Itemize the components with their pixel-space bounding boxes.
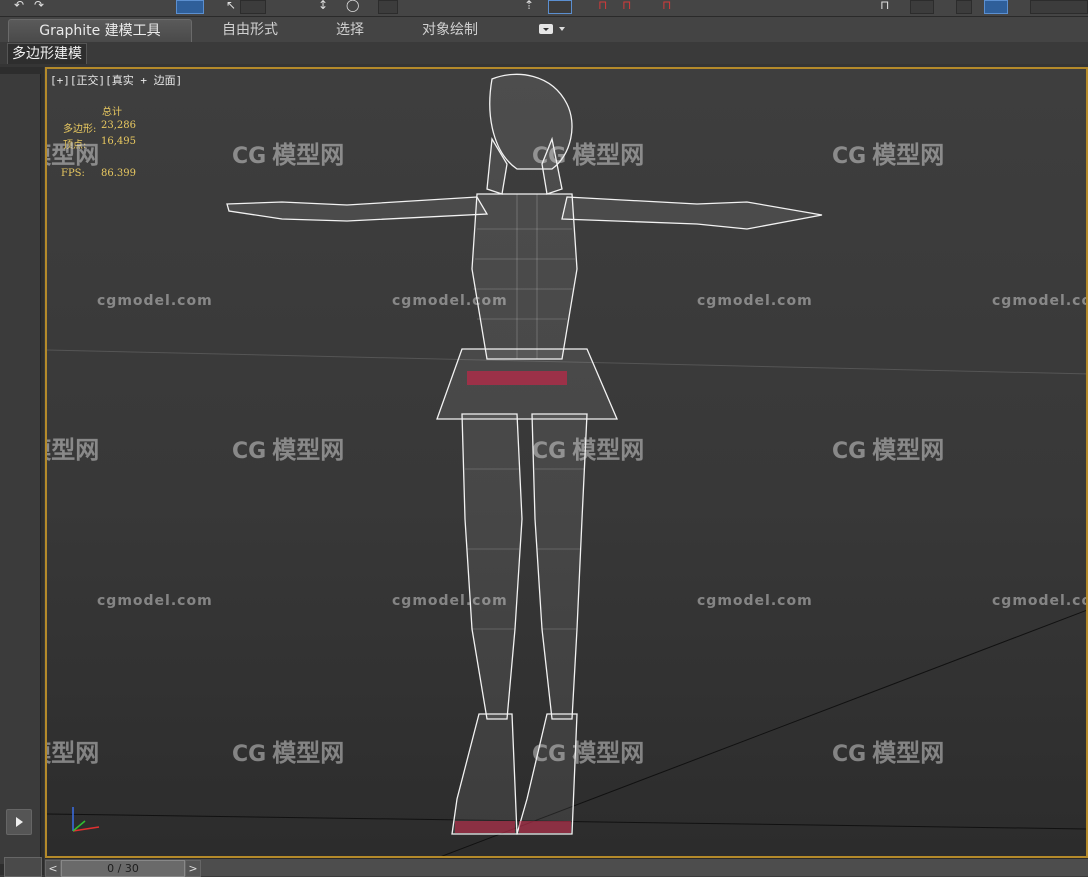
watermark-logo: CG模型网 (532, 739, 645, 767)
watermark-text: cgmodel.com (392, 293, 508, 309)
rect-select-button[interactable] (240, 0, 266, 14)
wire-arm-right (561, 196, 823, 230)
time-slider[interactable]: 0 / 30 (61, 860, 185, 877)
watermark-text: cgmodel.com (697, 293, 813, 309)
render-frame-button[interactable] (910, 0, 934, 14)
watermark-logo: CG模型网 (47, 739, 100, 767)
timeline-prev-button[interactable]: < (45, 860, 61, 877)
watermark-text: cgmodel.com (97, 293, 213, 309)
wire-belt (467, 371, 567, 385)
mirror-button[interactable] (548, 0, 572, 14)
move-icon[interactable]: ↕ (318, 0, 328, 12)
watermark-logo: CG模型网 (832, 141, 945, 169)
play-button[interactable] (6, 809, 32, 835)
wire-torso (471, 193, 578, 360)
tab-graphite-modeling[interactable]: Graphite 建模工具 (8, 19, 192, 42)
wire-sole-left (455, 821, 515, 833)
wire-boot-left (451, 713, 518, 835)
time-config-button[interactable] (4, 857, 42, 877)
timeline-bar: < 0 / 30 > (45, 858, 1088, 877)
render-button[interactable] (956, 0, 972, 14)
ribbon-bar: Graphite 建模工具 自由形式 选择 对象绘制 (0, 17, 1088, 42)
ribbon-menu-icon (539, 24, 553, 34)
wire-boot-right (516, 713, 578, 835)
watermark-logo: CG模型网 (532, 436, 645, 464)
select-icon[interactable]: ↖ (226, 0, 236, 12)
watermark-logo: CG模型网 (232, 436, 345, 464)
timeline-next-button[interactable]: > (185, 860, 201, 877)
left-panel (0, 67, 44, 875)
select-object-button[interactable] (176, 0, 204, 14)
schematic-icon[interactable]: ⊓ (622, 0, 631, 12)
watermark-text: cgmodel.com (992, 593, 1086, 609)
watermark-text: cgmodel.com (97, 593, 213, 609)
tab-object-paint[interactable]: 对象绘制 (400, 19, 500, 41)
watermark-logo: CG模型网 (47, 141, 100, 169)
curve-editor-icon[interactable]: ⊓ (598, 0, 607, 12)
redo-icon[interactable]: ↷ (34, 0, 44, 12)
active-render-button[interactable] (984, 0, 1008, 14)
watermark-logo: CG模型网 (232, 739, 345, 767)
ribbon-options-dropdown[interactable] (535, 23, 569, 37)
undo-icon[interactable]: ↶ (14, 0, 24, 12)
render-setup-icon[interactable]: ⊓ (880, 0, 889, 12)
tab-polygon-modeling[interactable]: 多边形建模 (7, 43, 87, 65)
watermark-text: cgmodel.com (697, 593, 813, 609)
tab-selection[interactable]: 选择 (310, 19, 390, 41)
wire-leg-left (461, 413, 523, 720)
watermark-logo: CG模型网 (832, 436, 945, 464)
main-toolbar: ↶ ↷ ↖ ↕ ◯ ⇡ ⊓ ⊓ ⊓ ⊓ (0, 0, 1088, 17)
chevron-down-icon (559, 27, 565, 31)
watermark-text: cgmodel.com (392, 593, 508, 609)
perspective-viewport[interactable]: [+][正交][真实 + 边面] 总计 多边形: 23,286 顶点: 16,4… (45, 67, 1088, 858)
watermark-logo: CG模型网 (232, 141, 345, 169)
snap-button[interactable] (378, 0, 398, 14)
watermark-logo: CG模型网 (832, 739, 945, 767)
wire-arm-left (226, 196, 489, 222)
rotate-icon[interactable]: ◯ (346, 0, 359, 12)
wire-sole-right (519, 821, 571, 833)
snap-icon[interactable]: ⇡ (524, 0, 534, 12)
watermark-text: cgmodel.com (992, 293, 1086, 309)
scene-explorer-panel (0, 74, 41, 864)
watermark-logo: CG模型网 (532, 141, 645, 169)
material-icon[interactable]: ⊓ (662, 0, 671, 12)
watermark-logo: CG模型网 (47, 436, 100, 464)
axis-gizmo (72, 807, 100, 832)
tab-freeform[interactable]: 自由形式 (200, 19, 300, 41)
render-dropdown[interactable] (1030, 0, 1088, 14)
